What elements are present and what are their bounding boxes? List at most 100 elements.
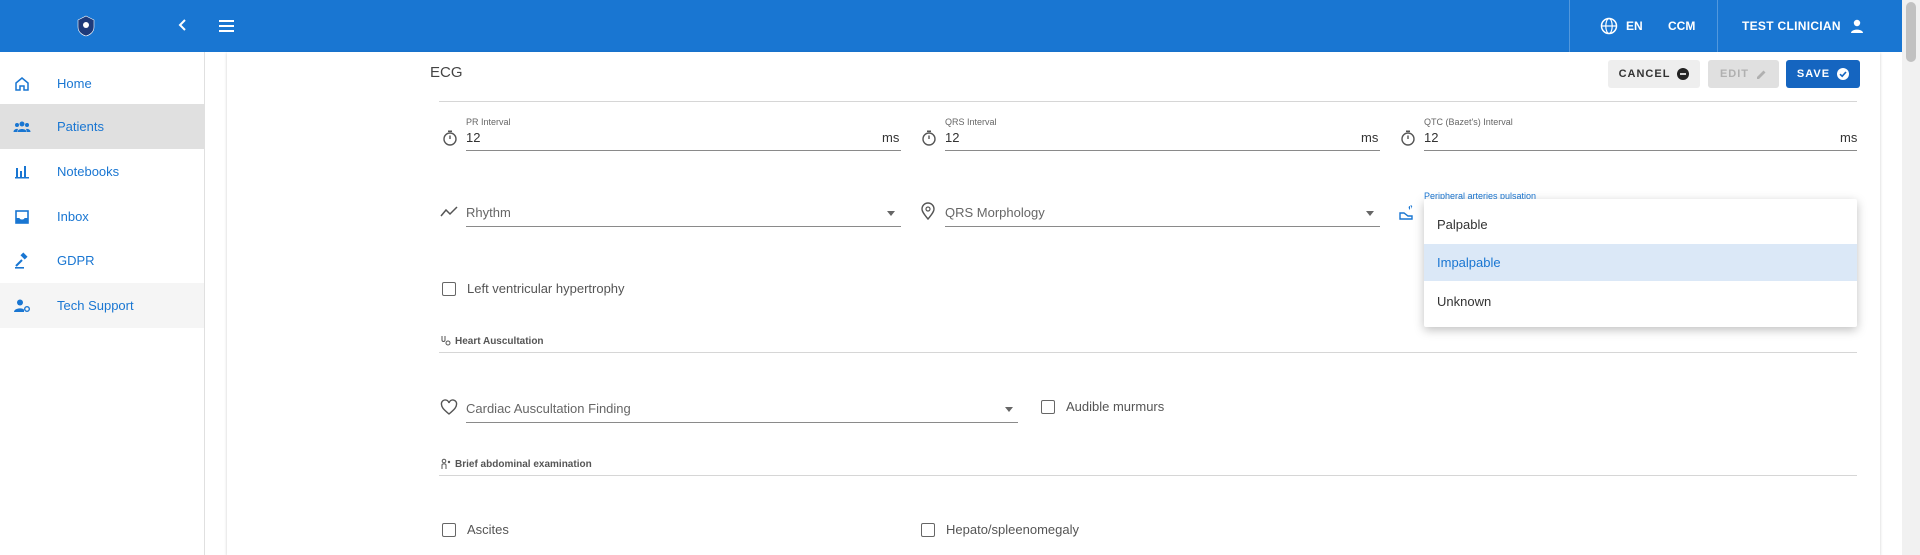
hand-heart-icon (1399, 205, 1413, 220)
section-divider (439, 475, 1857, 476)
chevron-down-icon (1366, 211, 1374, 216)
cancel-button[interactable]: CANCEL (1608, 60, 1700, 88)
abdominal-header: Brief abdominal examination (440, 458, 592, 470)
audible-murmurs-label: Audible murmurs (1066, 399, 1165, 414)
save-button[interactable]: SAVE (1786, 60, 1860, 88)
chevron-down-icon (1005, 407, 1013, 412)
check-circle-icon (1837, 68, 1850, 80)
rhythm-select[interactable]: Rhythm (439, 200, 901, 228)
option-palpable[interactable]: Palpable (1424, 206, 1857, 243)
save-button-label: SAVE (1796, 68, 1831, 80)
home-icon (15, 76, 29, 91)
language-selector[interactable]: EN (1600, 14, 1643, 38)
globe-icon (1600, 17, 1618, 35)
qrs-interval-unit: ms (1361, 130, 1379, 145)
qrs-interval-field[interactable]: QRS Interval 12 ms (918, 115, 1380, 155)
qrs-morphology-placeholder: QRS Morphology (945, 205, 1045, 220)
option-unknown[interactable]: Unknown (1424, 283, 1857, 320)
rhythm-placeholder: Rhythm (466, 205, 511, 220)
lvh-checkbox[interactable]: Left ventricular hypertrophy (442, 281, 625, 296)
pr-interval-unit: ms (882, 130, 900, 145)
pr-interval-field[interactable]: PR Interval 12 ms (439, 115, 901, 155)
hepato-checkbox[interactable]: Hepato/spleenomegaly (921, 522, 1079, 537)
qtc-interval-value: 12 (1424, 130, 1439, 145)
hepato-label: Hepato/spleenomegaly (946, 522, 1079, 537)
cardiac-finding-underline (466, 422, 1018, 423)
cancel-button-label: CANCEL (1618, 68, 1671, 80)
patients-icon (13, 121, 31, 132)
qtc-interval-unit: ms (1840, 130, 1858, 145)
qtc-interval-label: QTC (Bazet's) Interval (1424, 117, 1513, 127)
sidebar-item-label: Home (57, 76, 92, 91)
pr-interval-value: 12 (466, 130, 481, 145)
ascites-checkbox[interactable]: Ascites (442, 522, 509, 537)
language-label: EN (1626, 19, 1643, 33)
pr-interval-label: PR Interval (466, 117, 511, 127)
support-agent-icon (14, 299, 30, 312)
lvh-label: Left ventricular hypertrophy (467, 281, 625, 296)
heart-pin-icon (921, 202, 935, 220)
sidebar-item-patients[interactable]: Patients (0, 104, 204, 149)
heart-auscultation-title: Heart Auscultation (455, 335, 544, 347)
option-label: Unknown (1437, 294, 1492, 309)
inbox-icon (15, 209, 29, 224)
option-label: Palpable (1437, 217, 1488, 232)
stopwatch-icon (1401, 130, 1415, 146)
user-menu[interactable]: TEST CLINICIAN (1742, 14, 1865, 38)
option-impalpable[interactable]: Impalpable (1424, 244, 1857, 281)
edit-button-label: EDIT (1719, 68, 1750, 80)
sidebar-item-notebooks[interactable]: Notebooks (0, 149, 204, 194)
sidebar-item-home[interactable]: Home (0, 61, 204, 106)
sidebar: Home Patients Notebooks Inbox GDPR Tech … (0, 52, 205, 555)
checkbox-box[interactable] (442, 522, 456, 537)
ascites-label: Ascites (467, 522, 509, 537)
qrs-morphology-select[interactable]: QRS Morphology (918, 200, 1380, 228)
collapse-sidebar-button[interactable] (174, 15, 192, 37)
stopwatch-icon (922, 130, 936, 146)
ccm-link[interactable]: CCM (1668, 14, 1695, 38)
qrs-interval-label: QRS Interval (945, 117, 997, 127)
section-title: ECG (430, 64, 463, 81)
checkbox-box[interactable] (442, 281, 456, 296)
stopwatch-icon (443, 130, 457, 146)
checkbox-box[interactable] (921, 522, 935, 537)
trending-line-icon (440, 206, 458, 217)
option-label: Impalpable (1437, 255, 1501, 270)
edit-button[interactable]: EDIT (1708, 60, 1779, 88)
sidebar-item-label: Notebooks (57, 164, 120, 179)
abdomen-icon (441, 458, 451, 469)
pr-interval-underline (466, 150, 901, 151)
appbar-divider (1717, 0, 1718, 52)
stethoscope-icon (441, 336, 451, 346)
sidebar-item-inbox[interactable]: Inbox (0, 194, 204, 239)
app-logo-icon[interactable] (76, 15, 96, 37)
qrs-interval-underline (945, 150, 1380, 151)
appbar-divider (1569, 0, 1570, 52)
abdominal-title: Brief abdominal examination (455, 458, 592, 470)
sidebar-item-label: Tech Support (57, 298, 134, 313)
minus-circle-icon (1677, 68, 1690, 80)
person-icon (1850, 19, 1863, 33)
qtc-interval-underline (1424, 150, 1857, 151)
hamburger-menu-icon[interactable] (217, 16, 239, 36)
sidebar-item-label: GDPR (57, 253, 95, 268)
peripheral-arteries-select[interactable] (1397, 200, 1422, 228)
scrollbar-thumb[interactable] (1906, 2, 1916, 62)
page-scrollbar[interactable] (1902, 0, 1920, 555)
checkbox-box[interactable] (1041, 399, 1055, 414)
qrs-morphology-underline (945, 226, 1380, 227)
section-divider (439, 101, 1857, 102)
sidebar-item-label: Inbox (57, 209, 89, 224)
sidebar-item-tech-support[interactable]: Tech Support (0, 283, 204, 328)
sidebar-item-label: Patients (57, 119, 104, 134)
qtc-interval-field[interactable]: QTC (Bazet's) Interval 12 ms (1397, 115, 1859, 155)
sidebar-item-gdpr[interactable]: GDPR (0, 238, 204, 283)
chevron-left-icon (178, 19, 186, 31)
heart-auscultation-header: Heart Auscultation (440, 335, 544, 347)
peripheral-arteries-menu: Palpable Impalpable Unknown (1424, 199, 1857, 327)
audible-murmurs-checkbox[interactable]: Audible murmurs (1041, 399, 1164, 414)
chevron-down-icon (887, 211, 895, 216)
cardiac-finding-select[interactable]: Cardiac Auscultation Finding (439, 396, 1018, 424)
bar-chart-icon (15, 165, 29, 178)
qrs-interval-value: 12 (945, 130, 960, 145)
